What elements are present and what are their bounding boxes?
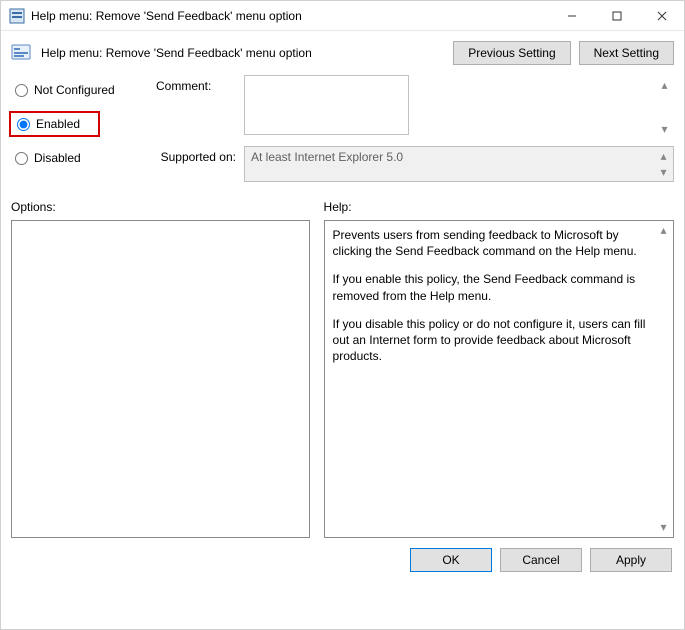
radio-disabled-input[interactable] [15, 152, 28, 165]
options-panel [11, 220, 310, 538]
supported-scrollbar: ▴ ▾ [655, 148, 672, 180]
radio-disabled-label: Disabled [34, 151, 81, 165]
next-setting-button[interactable]: Next Setting [579, 41, 674, 65]
supported-on-label: Supported on: [156, 146, 236, 182]
scroll-down-icon[interactable]: ▾ [655, 519, 672, 536]
comment-input[interactable] [244, 75, 409, 135]
help-paragraph: If you disable this policy or do not con… [333, 316, 653, 365]
comment-label: Comment: [156, 75, 236, 138]
policy-icon [11, 43, 31, 63]
help-panel: Prevents users from sending feedback to … [324, 220, 674, 538]
minimize-button[interactable] [549, 1, 594, 30]
previous-setting-button[interactable]: Previous Setting [453, 41, 570, 65]
options-label: Options: [11, 200, 310, 214]
ok-button[interactable]: OK [410, 548, 492, 572]
radio-enabled-input[interactable] [17, 118, 30, 131]
scroll-down-icon[interactable]: ▾ [656, 120, 673, 137]
scroll-up-icon[interactable]: ▴ [655, 222, 672, 239]
header-row: Help menu: Remove 'Send Feedback' menu o… [1, 31, 684, 69]
radio-not-configured-input[interactable] [15, 84, 28, 97]
scroll-up-icon: ▴ [655, 148, 672, 164]
radio-enabled-label: Enabled [36, 117, 80, 131]
scroll-down-icon: ▾ [655, 164, 672, 180]
apply-button[interactable]: Apply [590, 548, 672, 572]
radio-enabled[interactable]: Enabled [13, 115, 84, 133]
supported-on-value: At least Internet Explorer 5.0 [251, 150, 403, 164]
radio-disabled[interactable]: Disabled [11, 149, 146, 167]
enabled-highlight: Enabled [9, 111, 100, 137]
radio-not-configured-label: Not Configured [34, 83, 115, 97]
help-scrollbar[interactable]: ▴ ▾ [655, 222, 672, 536]
maximize-button[interactable] [594, 1, 639, 30]
titlebar: Help menu: Remove 'Send Feedback' menu o… [1, 1, 684, 31]
close-button[interactable] [639, 1, 684, 30]
comment-scrollbar[interactable]: ▴ ▾ [656, 76, 673, 137]
dialog-footer: OK Cancel Apply [1, 538, 684, 582]
policy-title: Help menu: Remove 'Send Feedback' menu o… [41, 46, 443, 60]
help-paragraph: Prevents users from sending feedback to … [333, 227, 653, 259]
scroll-up-icon[interactable]: ▴ [656, 76, 673, 93]
help-label: Help: [324, 200, 674, 214]
supported-on-value-box: At least Internet Explorer 5.0 ▴ ▾ [244, 146, 674, 182]
state-radio-group: Not Configured Enabled Disabled [11, 75, 146, 190]
window-title: Help menu: Remove 'Send Feedback' menu o… [31, 9, 549, 23]
policy-app-icon [9, 8, 25, 24]
radio-not-configured[interactable]: Not Configured [11, 81, 146, 99]
help-paragraph: If you enable this policy, the Send Feed… [333, 271, 653, 303]
cancel-button[interactable]: Cancel [500, 548, 582, 572]
